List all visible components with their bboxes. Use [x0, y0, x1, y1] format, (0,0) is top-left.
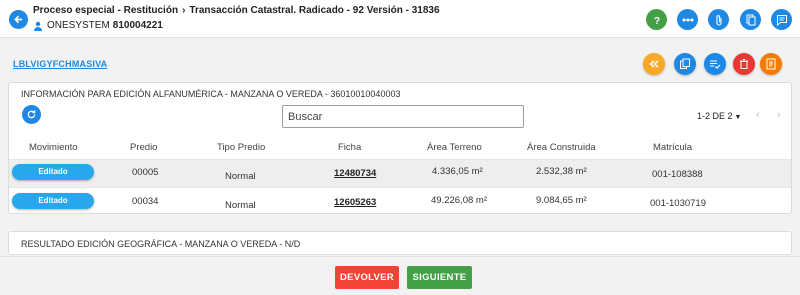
attachment-button[interactable]: [708, 9, 729, 30]
table-row: Editado 00034 Normal 12605263 49.226,08 …: [9, 187, 791, 215]
column-header-ficha[interactable]: Ficha: [338, 142, 361, 153]
user-name: ONESYSTEM: [47, 20, 110, 31]
footer-bar: DEVOLVER SIGUIENTE: [0, 256, 800, 295]
documents-button[interactable]: [740, 9, 761, 30]
arrow-left-icon: [14, 15, 23, 24]
back-button[interactable]: [9, 10, 28, 29]
column-header-movimiento[interactable]: Movimiento: [29, 142, 78, 153]
column-header-predio[interactable]: Predio: [130, 142, 157, 153]
delete-icon: [740, 59, 748, 69]
refresh-button[interactable]: [22, 105, 41, 124]
breadcrumb-item-transaction: Transacción Catastral. Radicado - 92 Ver…: [189, 5, 440, 16]
pagination-select[interactable]: 1-2 DE 2 ▼: [697, 111, 741, 121]
cell-matricula: 001-108388: [652, 169, 703, 180]
breadcrumb: Proceso especial - Restitución › Transacci…: [33, 5, 440, 16]
top-bar: Proceso especial - Restitución › Transacci…: [0, 0, 800, 38]
pagination-label: 1-2 DE 2: [697, 111, 733, 121]
ficha-link[interactable]: 12480734: [334, 168, 376, 179]
main-content: LBLVIGYFCHMASIVA INFORMACIÓN PARA EDICIÓ…: [0, 39, 800, 256]
geographic-result-panel[interactable]: RESULTADO EDICIÓN GEOGRÁFICA - MANZANA O…: [8, 231, 792, 255]
comments-icon: [776, 14, 787, 26]
cell-area-construida: 9.084,65 m²: [536, 195, 587, 206]
next-page-icon[interactable]: ›: [777, 109, 781, 121]
checklist-action-button[interactable]: [704, 53, 726, 75]
user-info: ONESYSTEM 810004221: [33, 20, 163, 31]
cell-area-terreno: 4.336,05 m²: [432, 166, 483, 177]
help-icon: ?: [653, 16, 659, 26]
workflow-button[interactable]: [677, 9, 698, 30]
table-header: Movimiento Predio Tipo Predio Ficha Área…: [9, 137, 791, 159]
delete-action-button[interactable]: [733, 53, 755, 75]
return-icon: [649, 60, 659, 68]
cell-tipo-predio: Normal: [225, 200, 256, 211]
ficha-link[interactable]: 12605263: [334, 197, 376, 208]
refresh-icon: [27, 110, 36, 119]
chevron-right-icon: ›: [182, 5, 186, 16]
cell-area-terreno: 49.226,08 m²: [431, 195, 487, 206]
cell-area-construida: 2.532,38 m²: [536, 166, 587, 177]
cell-matricula: 001-1030719: [650, 198, 706, 209]
movement-badge-button[interactable]: Editado: [12, 164, 94, 180]
cell-predio: 00005: [132, 167, 159, 178]
column-header-area-terreno[interactable]: Área Terreno: [427, 142, 482, 153]
user-code: 810004221: [112, 20, 163, 31]
form-action-button[interactable]: [760, 53, 782, 75]
return-button[interactable]: DEVOLVER: [335, 266, 399, 289]
column-header-tipo-predio[interactable]: Tipo Predio: [217, 142, 265, 153]
prev-page-icon[interactable]: ‹: [756, 109, 760, 121]
user-icon: [34, 21, 42, 31]
form-icon: [766, 58, 776, 70]
search-input[interactable]: [282, 105, 524, 128]
breadcrumb-item-process[interactable]: Proceso especial - Restitución: [33, 5, 178, 16]
workflow-icon: [682, 18, 693, 21]
next-button[interactable]: SIGUIENTE: [407, 266, 472, 289]
column-header-matricula[interactable]: Matrícula: [653, 142, 692, 153]
cell-predio: 00034: [132, 196, 159, 207]
alphanumeric-edit-panel: INFORMACIÓN PARA EDICIÓN ALFANUMÉRICA - …: [8, 82, 792, 214]
copy-icon: [680, 58, 690, 69]
copy-action-button[interactable]: [674, 53, 696, 75]
return-action-button[interactable]: [643, 53, 665, 75]
checklist-icon: [710, 60, 721, 69]
panel-title: INFORMACIÓN PARA EDICIÓN ALFANUMÉRICA - …: [21, 89, 401, 99]
attachment-icon: [715, 14, 722, 26]
movement-badge-button[interactable]: Editado: [12, 193, 94, 209]
panel2-title: RESULTADO EDICIÓN GEOGRÁFICA - MANZANA O…: [21, 239, 301, 249]
table-row: Editado 00005 Normal 12480734 4.336,05 m…: [9, 159, 791, 187]
help-button[interactable]: ?: [646, 9, 667, 30]
comments-button[interactable]: [771, 9, 792, 30]
svg-text:?: ?: [653, 16, 659, 26]
cell-tipo-predio: Normal: [225, 171, 256, 182]
caret-down-icon: ▼: [734, 114, 742, 121]
documents-icon: [746, 14, 755, 25]
masiva-link[interactable]: LBLVIGYFCHMASIVA: [13, 59, 107, 69]
column-header-area-construida[interactable]: Área Construida: [527, 142, 596, 153]
